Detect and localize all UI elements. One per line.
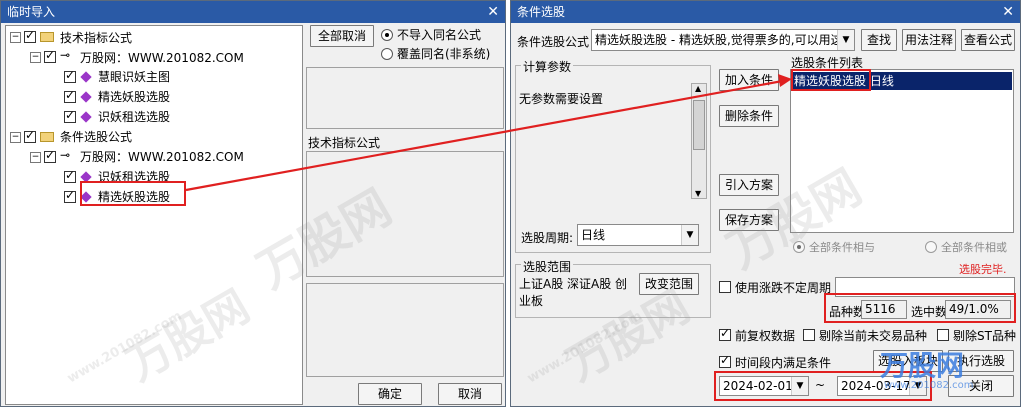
brand-logo-text: 万股网 <box>880 349 965 382</box>
brand-logo-url: www.201082.com <box>884 380 974 391</box>
